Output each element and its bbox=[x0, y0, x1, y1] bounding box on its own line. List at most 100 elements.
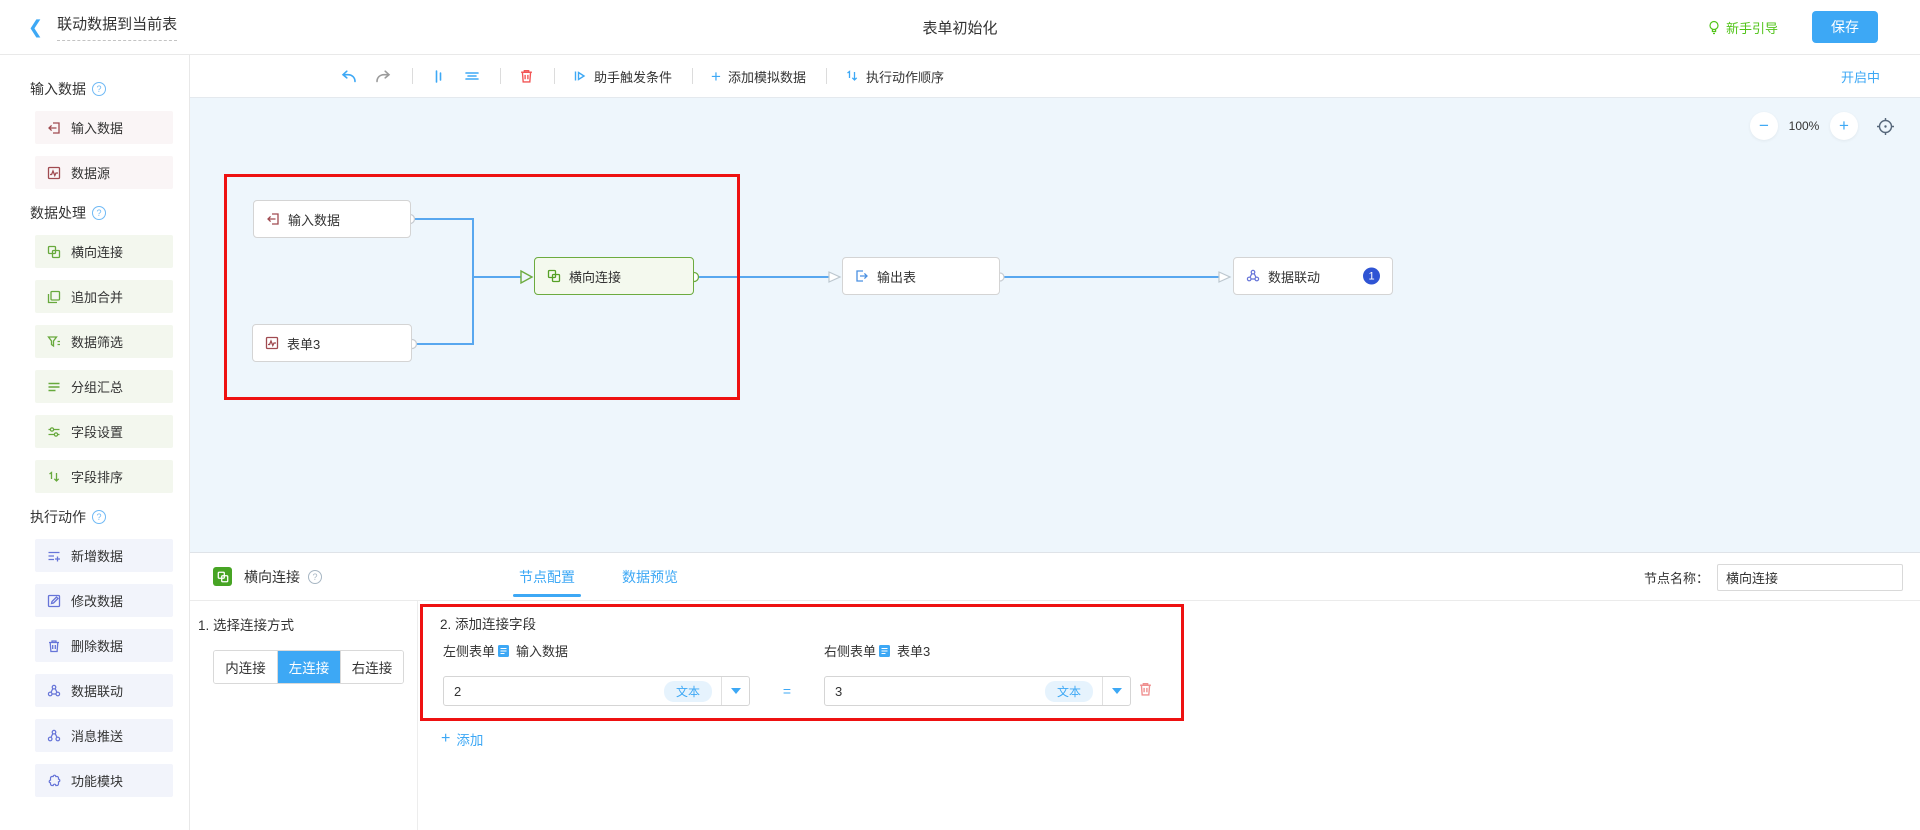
right-field-select[interactable]: 3 文本 bbox=[824, 676, 1131, 706]
node-horizontal-join[interactable]: 横向连接 bbox=[534, 257, 694, 295]
filter-icon bbox=[47, 335, 61, 349]
node-data-linkage[interactable]: 数据联动 1 bbox=[1233, 257, 1393, 295]
tab-data-preview[interactable]: 数据预览 bbox=[622, 553, 678, 601]
delete-node-button[interactable] bbox=[519, 68, 534, 84]
status-enabled-link[interactable]: 开启中 bbox=[1841, 67, 1880, 86]
back-label[interactable]: 联动数据到当前表 bbox=[57, 13, 177, 41]
redo-button[interactable] bbox=[375, 69, 392, 84]
sidebar-item-add-data[interactable]: 新增数据 bbox=[35, 539, 173, 572]
sidebar-item-append-merge[interactable]: 追加合并 bbox=[35, 280, 173, 313]
plus-icon: + bbox=[711, 68, 721, 85]
section-title-process: 数据处理 ? bbox=[30, 203, 189, 223]
node-name-input[interactable] bbox=[1717, 564, 1903, 591]
align-horizontal-button[interactable] bbox=[464, 69, 480, 83]
toolbar-divider bbox=[554, 68, 555, 84]
undo-button[interactable] bbox=[340, 69, 357, 84]
lightbulb-icon bbox=[1707, 20, 1721, 35]
trigger-condition-button[interactable]: 助手触发条件 bbox=[573, 67, 672, 86]
delete-field-row-button[interactable] bbox=[1138, 681, 1153, 700]
field-type-badge: 文本 bbox=[664, 681, 712, 702]
help-icon[interactable]: ? bbox=[92, 206, 106, 220]
dropdown-caret-button[interactable] bbox=[722, 688, 749, 694]
join-mode-group: 内连接 左连接 右连接 bbox=[213, 650, 404, 684]
canvas-toolbar: 助手触发条件 + 添加模拟数据 执行动作顺序 开启中 bbox=[190, 55, 1920, 98]
data-linkage-icon bbox=[1246, 269, 1260, 283]
node-output-table[interactable]: 输出表 bbox=[842, 257, 1000, 295]
left-field-select[interactable]: 2 文本 bbox=[443, 676, 750, 706]
main-area: 助手触发条件 + 添加模拟数据 执行动作顺序 开启中 bbox=[190, 55, 1920, 830]
toolbar-divider bbox=[826, 68, 827, 84]
action-order-button[interactable]: 执行动作顺序 bbox=[845, 67, 944, 86]
datasource-icon bbox=[265, 336, 279, 350]
import-icon bbox=[266, 212, 280, 226]
join-option-right[interactable]: 右连接 bbox=[340, 651, 403, 683]
dropdown-caret-button[interactable] bbox=[1103, 688, 1130, 694]
header: ❮ 联动数据到当前表 表单初始化 新手引导 保存 bbox=[0, 0, 1920, 55]
equals-operator: = bbox=[767, 676, 807, 706]
right-form-label: 右侧表单 表单3 bbox=[824, 641, 930, 660]
form-doc-icon bbox=[878, 644, 891, 658]
sidebar-item-field-sort[interactable]: 字段排序 bbox=[35, 460, 173, 493]
sidebar-item-edit-data[interactable]: 修改数据 bbox=[35, 584, 173, 617]
beginner-guide-link[interactable]: 新手引导 bbox=[1707, 18, 1778, 37]
sidebar-item-group-summary[interactable]: 分组汇总 bbox=[35, 370, 173, 403]
right-field-value: 3 bbox=[825, 684, 1045, 699]
field-sort-icon bbox=[47, 470, 61, 484]
field-settings-icon bbox=[47, 425, 61, 439]
back-nav[interactable]: ❮ 联动数据到当前表 bbox=[28, 13, 177, 41]
back-chevron-icon[interactable]: ❮ bbox=[28, 18, 43, 36]
sidebar-item-data-filter[interactable]: 数据筛选 bbox=[35, 325, 173, 358]
group-summary-icon bbox=[47, 380, 61, 394]
play-bar-icon bbox=[573, 69, 587, 83]
export-icon bbox=[855, 269, 869, 283]
join-option-inner[interactable]: 内连接 bbox=[214, 651, 277, 683]
datasource-icon bbox=[47, 166, 61, 180]
node-name-field: 节点名称： bbox=[1644, 553, 1903, 601]
locate-center-icon[interactable] bbox=[1876, 117, 1895, 136]
help-icon[interactable]: ? bbox=[92, 82, 106, 96]
message-push-icon bbox=[47, 729, 61, 743]
help-icon[interactable]: ? bbox=[308, 570, 322, 584]
join-option-left[interactable]: 左连接 bbox=[277, 651, 340, 683]
edit-data-icon bbox=[47, 594, 61, 608]
help-icon[interactable]: ? bbox=[92, 510, 106, 524]
section-title-action: 执行动作 ? bbox=[30, 507, 189, 527]
panel-node-title: 横向连接 bbox=[244, 567, 300, 587]
sidebar-item-input-data[interactable]: 输入数据 bbox=[35, 111, 173, 144]
node-name-label: 节点名称： bbox=[1644, 568, 1709, 587]
zoom-in-button[interactable]: + bbox=[1830, 112, 1858, 140]
zoom-out-button[interactable]: − bbox=[1750, 112, 1778, 140]
sidebar-item-message-push[interactable]: 消息推送 bbox=[35, 719, 173, 752]
flow-canvas[interactable]: 输入数据 表单3 横向连接 输出表 bbox=[190, 98, 1920, 552]
add-mock-data-button[interactable]: + 添加模拟数据 bbox=[711, 67, 806, 86]
sidebar-item-datasource[interactable]: 数据源 bbox=[35, 156, 173, 189]
data-linkage-icon bbox=[47, 684, 61, 698]
node-input-data[interactable]: 输入数据 bbox=[253, 200, 411, 238]
tab-node-config[interactable]: 节点配置 bbox=[519, 553, 575, 601]
import-icon bbox=[47, 121, 61, 135]
sidebar-item-function-module[interactable]: 功能模块 bbox=[35, 764, 173, 797]
node-form3[interactable]: 表单3 bbox=[252, 324, 412, 362]
toolbar-divider bbox=[692, 68, 693, 84]
sidebar-item-delete-data[interactable]: 删除数据 bbox=[35, 629, 173, 662]
right-form-name: 表单3 bbox=[897, 641, 930, 660]
left-form-name: 输入数据 bbox=[516, 641, 568, 660]
align-vertical-button[interactable] bbox=[431, 69, 446, 84]
section-title-input: 输入数据 ? bbox=[30, 79, 189, 99]
horizontal-join-icon bbox=[547, 269, 561, 283]
panel-tabs: 节点配置 数据预览 bbox=[519, 553, 678, 601]
sidebar-item-horizontal-join[interactable]: 横向连接 bbox=[35, 235, 173, 268]
zoom-controls: − 100% + bbox=[1750, 112, 1895, 140]
add-field-row-button[interactable]: + 添加 bbox=[441, 729, 483, 749]
config-body: 1. 选择连接方式 内连接 左连接 右连接 2. 添加连接字段 左侧表单 输入数… bbox=[190, 601, 1920, 830]
node-palette-sidebar: 输入数据 ? 输入数据 数据源 数据处理 ? bbox=[0, 55, 190, 830]
plus-icon: + bbox=[441, 731, 450, 747]
puzzle-icon bbox=[47, 774, 61, 788]
sidebar-item-field-settings[interactable]: 字段设置 bbox=[35, 415, 173, 448]
horizontal-join-icon bbox=[47, 245, 61, 259]
panel-header: 横向连接 ? 节点配置 数据预览 节点名称： bbox=[190, 553, 1920, 601]
caret-down-icon bbox=[731, 688, 741, 694]
sidebar-item-data-linkage[interactable]: 数据联动 bbox=[35, 674, 173, 707]
save-button[interactable]: 保存 bbox=[1812, 11, 1878, 43]
field-type-badge: 文本 bbox=[1045, 681, 1093, 702]
